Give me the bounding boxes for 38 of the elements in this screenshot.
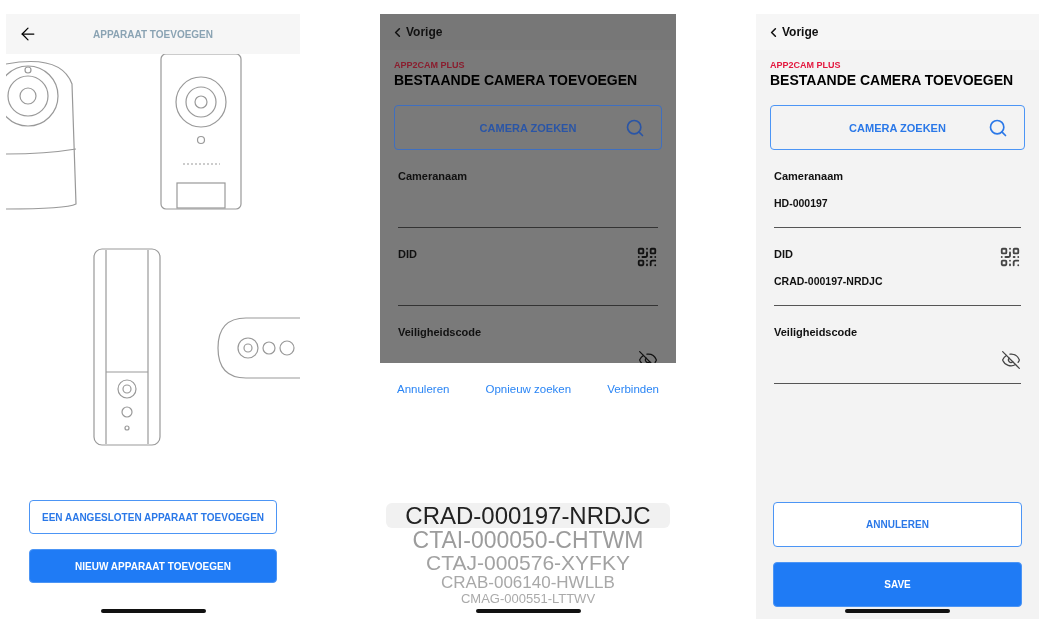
action-link[interactable]: Annuleren (397, 383, 450, 395)
field-value: HD-000197 (774, 197, 828, 209)
picker-option[interactable]: CRAB-006140-HWLLB (386, 574, 670, 593)
input-field[interactable]: DID (398, 228, 658, 306)
camera-search-button[interactable]: CAMERA ZOEKEN (770, 105, 1025, 150)
field-label: Veiligheidscode (774, 326, 858, 338)
picker-option[interactable]: CMAG-000551-LTTWV (386, 592, 670, 606)
search-icon (988, 118, 1008, 138)
eye-off-icon[interactable] (1001, 350, 1021, 370)
search-icon (625, 118, 645, 138)
page-title: BESTAANDE CAMERA TOEVOEGEN (770, 71, 1014, 89)
picker-option[interactable]: CTAI-000050-CHTWM (386, 528, 670, 553)
page-title: BESTAANDE CAMERA TOEVOEGEN (394, 71, 638, 89)
picker-option[interactable]: CRAD-000197-NRDJC (386, 503, 670, 529)
picker-option[interactable]: CTAJ-000576-XYFKY (386, 552, 670, 575)
form-button[interactable]: SAVE (773, 562, 1022, 607)
field-label: DID (398, 248, 417, 260)
field-label: Cameranaam (774, 170, 844, 182)
input-field[interactable]: Cameranaam (398, 150, 658, 228)
field-label: Veiligheidscode (398, 326, 482, 338)
brand-label: APP2CAM PLUS (770, 60, 842, 70)
field-label: Cameranaam (398, 170, 468, 182)
add-device-button[interactable]: NIEUW APPARAAT TOEVOEGEN (29, 549, 277, 583)
add-device-button[interactable]: EEN AANGESLOTEN APPARAAT TOEVOEGEN (29, 500, 277, 534)
action-link[interactable]: Verbinden (607, 383, 659, 395)
back-link[interactable]: Vorige (766, 24, 819, 40)
field-value: CRAD-000197-NRDJC (774, 275, 883, 287)
qr-code-icon[interactable] (636, 246, 658, 268)
action-link[interactable]: Opnieuw zoeken (485, 383, 572, 395)
brand-label: APP2CAM PLUS (394, 60, 466, 70)
input-field[interactable]: DID CRAD-000197-NRDJC (774, 228, 1021, 306)
form-button[interactable]: ANNULEREN (773, 502, 1022, 547)
qr-code-icon[interactable] (999, 246, 1021, 268)
input-field[interactable]: Veiligheidscode (774, 306, 1021, 384)
input-field[interactable]: Cameranaam HD-000197 (774, 150, 1021, 228)
back-link[interactable]: Vorige (390, 24, 443, 40)
field-label: DID (774, 248, 793, 260)
screen-title: APPARAAT TOEVOEGEN (93, 28, 213, 40)
